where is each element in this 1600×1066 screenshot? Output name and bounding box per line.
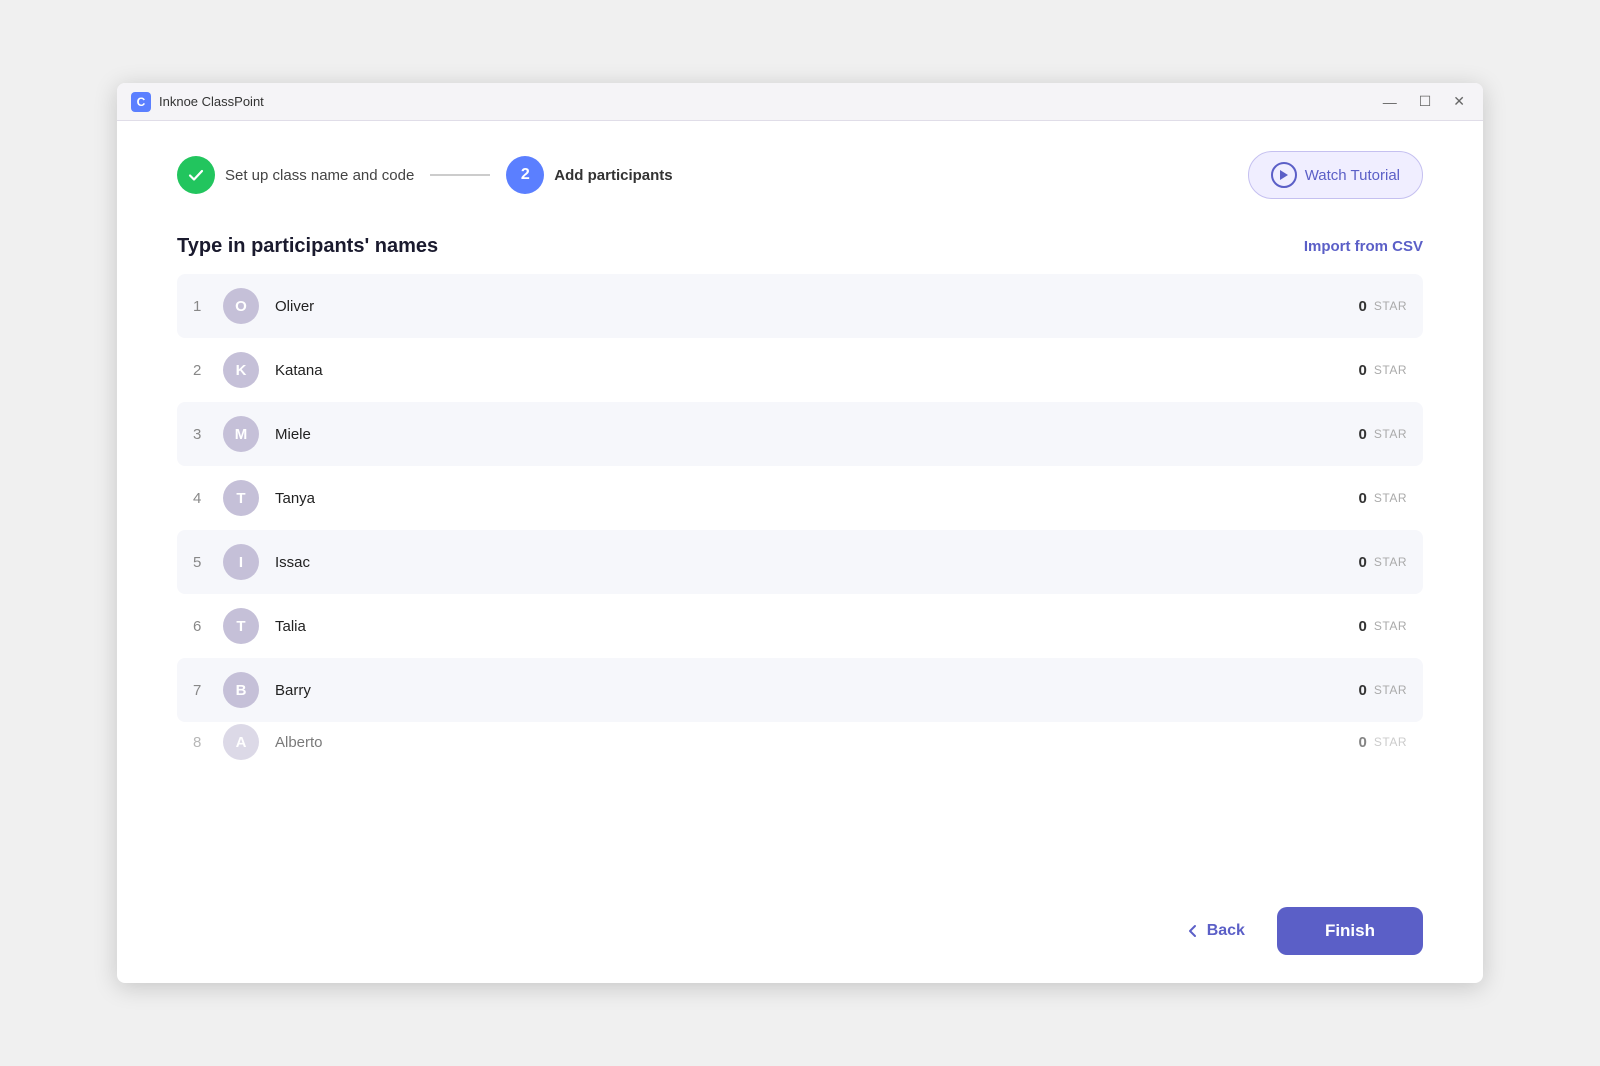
chevron-left-icon (1185, 923, 1201, 939)
play-icon (1271, 162, 1297, 188)
avatar: A (223, 724, 259, 760)
step-connector (430, 174, 490, 176)
star-count: 0 STAR (1359, 554, 1407, 571)
star-label: STAR (1374, 299, 1407, 313)
star-count: 0 STAR (1359, 682, 1407, 699)
star-count: 0 STAR (1359, 618, 1407, 635)
star-label: STAR (1374, 619, 1407, 633)
star-count: 0 STAR (1359, 490, 1407, 507)
participant-row[interactable]: 3 M Miele 0 STAR (177, 402, 1423, 466)
import-csv-link[interactable]: Import from CSV (1304, 238, 1423, 255)
star-value: 0 (1359, 426, 1367, 443)
participant-row[interactable]: 5 I Issac 0 STAR (177, 530, 1423, 594)
row-number: 1 (193, 298, 223, 315)
participant-name: Alberto (275, 734, 1359, 751)
star-count: 0 STAR (1359, 734, 1407, 751)
section-header: Type in participants' names Import from … (177, 235, 1423, 258)
star-count: 0 STAR (1359, 298, 1407, 315)
star-value: 0 (1359, 362, 1367, 379)
participant-row[interactable]: 7 B Barry 0 STAR (177, 658, 1423, 722)
star-label: STAR (1374, 363, 1407, 377)
main-content: Set up class name and code 2 Add partici… (117, 121, 1483, 983)
participant-name: Miele (275, 426, 1359, 443)
avatar: B (223, 672, 259, 708)
step-1-label: Set up class name and code (225, 167, 414, 184)
window-controls: — ☐ ✕ (1379, 91, 1469, 112)
avatar: K (223, 352, 259, 388)
star-value: 0 (1359, 490, 1367, 507)
participant-name: Oliver (275, 298, 1359, 315)
participants-list[interactable]: 1 O Oliver 0 STAR 2 K Katana 0 STAR 3 M … (177, 274, 1423, 891)
back-button[interactable]: Back (1167, 912, 1263, 950)
row-number: 2 (193, 362, 223, 379)
avatar: O (223, 288, 259, 324)
close-button[interactable]: ✕ (1449, 91, 1469, 112)
star-value: 0 (1359, 554, 1367, 571)
titlebar: C Inknoe ClassPoint — ☐ ✕ (117, 83, 1483, 121)
avatar: I (223, 544, 259, 580)
step-2-label: Add participants (554, 167, 672, 184)
row-number: 7 (193, 682, 223, 699)
checkmark-icon (187, 166, 205, 184)
participant-name: Barry (275, 682, 1359, 699)
participant-row[interactable]: 2 K Katana 0 STAR (177, 338, 1423, 402)
avatar: M (223, 416, 259, 452)
row-number: 5 (193, 554, 223, 571)
row-number: 8 (193, 734, 223, 751)
row-number: 4 (193, 490, 223, 507)
star-label: STAR (1374, 491, 1407, 505)
step-2: 2 Add participants (506, 156, 672, 194)
star-label: STAR (1374, 735, 1407, 749)
row-number: 6 (193, 618, 223, 635)
star-value: 0 (1359, 298, 1367, 315)
participant-row[interactable]: 4 T Tanya 0 STAR (177, 466, 1423, 530)
participant-name: Talia (275, 618, 1359, 635)
star-label: STAR (1374, 427, 1407, 441)
stepper: Set up class name and code 2 Add partici… (177, 151, 1423, 199)
star-label: STAR (1374, 555, 1407, 569)
app-title: Inknoe ClassPoint (159, 94, 1379, 109)
participant-row[interactable]: 1 O Oliver 0 STAR (177, 274, 1423, 338)
maximize-button[interactable]: ☐ (1415, 91, 1436, 112)
participant-name: Issac (275, 554, 1359, 571)
finish-button[interactable]: Finish (1277, 907, 1423, 955)
participant-name: Tanya (275, 490, 1359, 507)
star-value: 0 (1359, 682, 1367, 699)
participant-row[interactable]: 6 T Talia 0 STAR (177, 594, 1423, 658)
star-value: 0 (1359, 618, 1367, 635)
star-value: 0 (1359, 734, 1367, 751)
star-count: 0 STAR (1359, 426, 1407, 443)
app-window: C Inknoe ClassPoint — ☐ ✕ Set up class n… (117, 83, 1483, 983)
watch-tutorial-button[interactable]: Watch Tutorial (1248, 151, 1423, 199)
step-1-circle (177, 156, 215, 194)
star-label: STAR (1374, 683, 1407, 697)
avatar: T (223, 608, 259, 644)
avatar: T (223, 480, 259, 516)
star-count: 0 STAR (1359, 362, 1407, 379)
minimize-button[interactable]: — (1379, 92, 1401, 112)
row-number: 3 (193, 426, 223, 443)
step-2-circle: 2 (506, 156, 544, 194)
app-logo: C (131, 92, 151, 112)
section-title: Type in participants' names (177, 235, 438, 258)
participant-name: Katana (275, 362, 1359, 379)
footer: Back Finish (177, 891, 1423, 963)
step-1: Set up class name and code (177, 156, 414, 194)
participant-row[interactable]: 8 A Alberto 0 STAR (177, 722, 1423, 762)
